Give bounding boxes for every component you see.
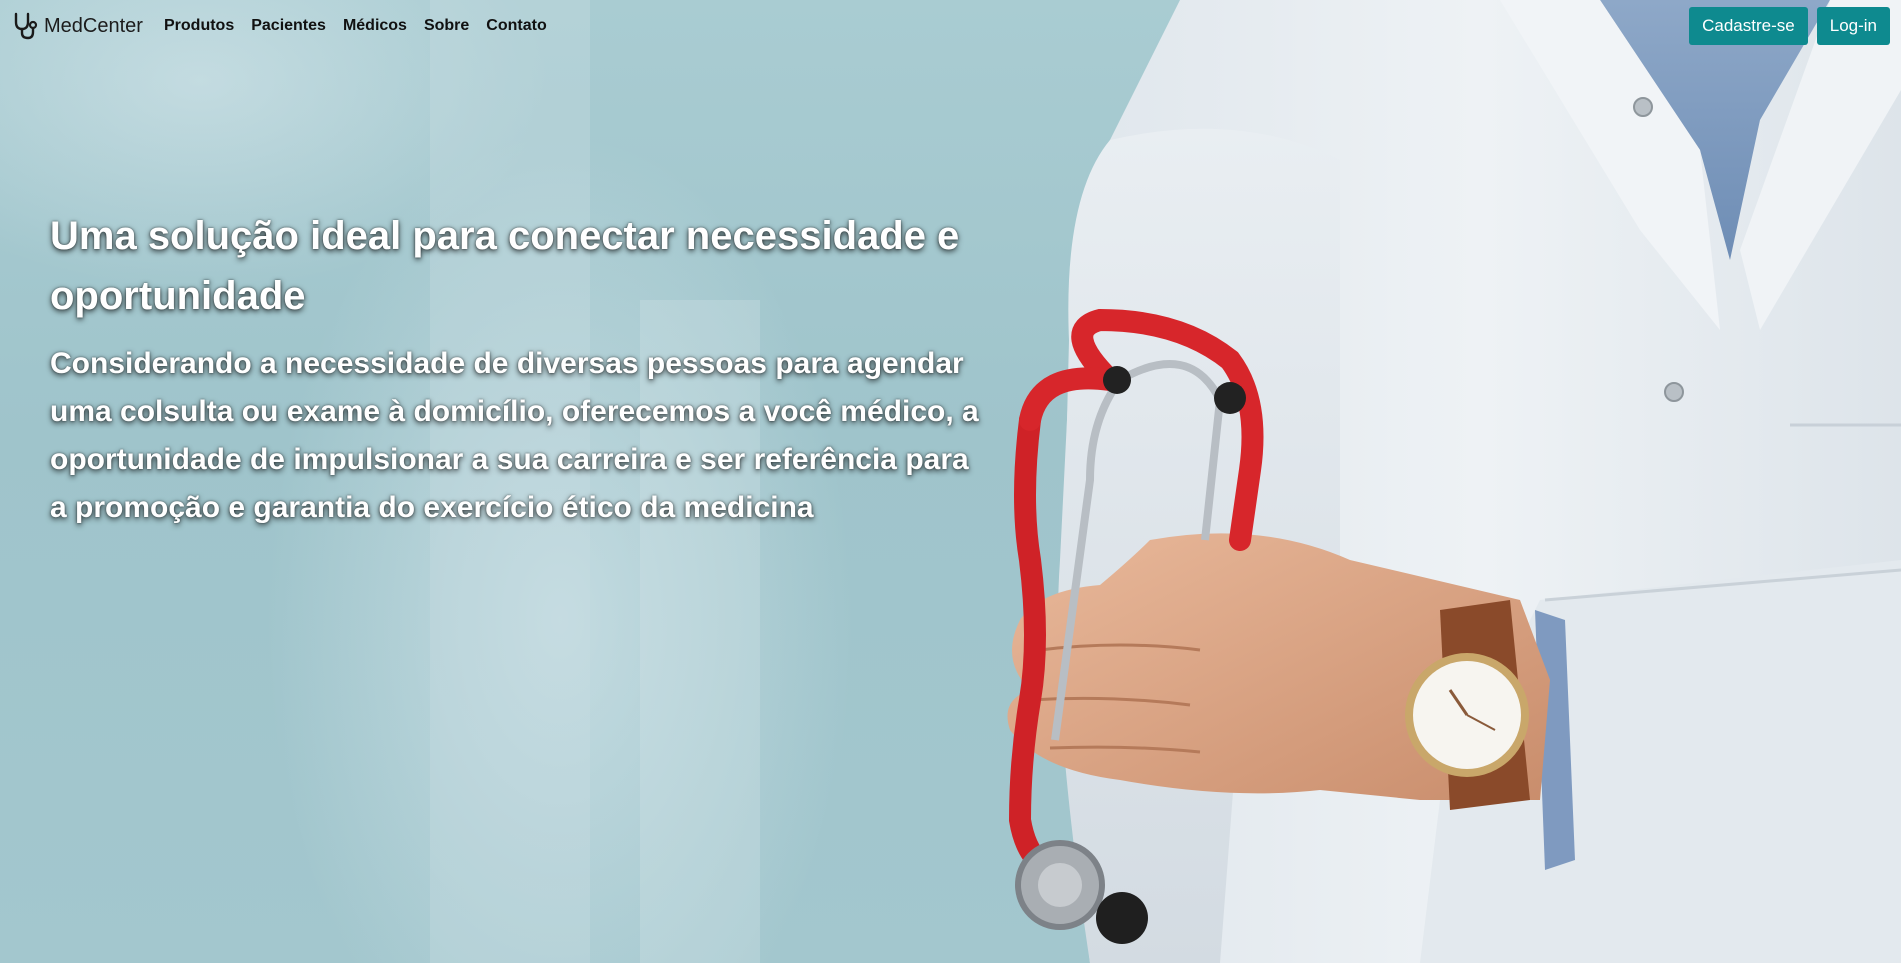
brand-name: MedCenter	[44, 14, 143, 37]
nav-actions: Cadastre-se Log-in	[1689, 7, 1890, 45]
login-button[interactable]: Log-in	[1816, 7, 1890, 45]
nav-link-sobre[interactable]: Sobre	[424, 17, 469, 35]
hero-title: Uma solução ideal para conectar necessid…	[50, 214, 960, 318]
nav-link-pacientes[interactable]: Pacientes	[251, 17, 326, 35]
nav-link-medicos[interactable]: Médicos	[343, 17, 407, 35]
hero-subtitle: Considerando a necessidade de diversas p…	[50, 347, 979, 524]
stethoscope-icon	[12, 12, 38, 40]
top-navbar: MedCenter Produtos Pacientes Médicos Sob…	[0, 0, 1901, 52]
hero-content: Uma solução ideal para conectar necessid…	[50, 206, 990, 532]
nav-link-contato[interactable]: Contato	[486, 17, 546, 35]
hero-section: MedCenter Produtos Pacientes Médicos Sob…	[0, 0, 1901, 963]
nav-link-produtos[interactable]: Produtos	[164, 17, 234, 35]
brand-logo-link[interactable]: MedCenter	[12, 12, 143, 40]
signup-button[interactable]: Cadastre-se	[1689, 7, 1808, 45]
nav-menu: Produtos Pacientes Médicos Sobre Contato	[164, 17, 547, 35]
